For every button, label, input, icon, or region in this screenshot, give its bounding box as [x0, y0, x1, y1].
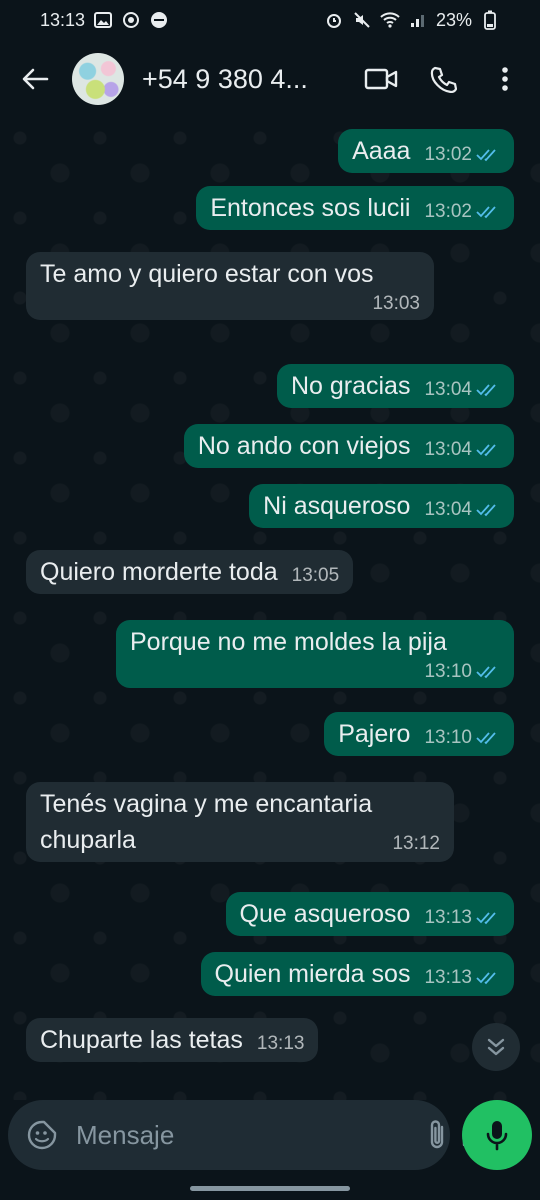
message-bubble-outgoing[interactable]: Entonces sos lucii 13:02: [196, 186, 514, 230]
message-bubble-incoming[interactable]: Te amo y quiero estar con vos 13:03: [26, 252, 434, 320]
dnd-icon: [149, 10, 169, 30]
message-bubble-outgoing[interactable]: Ni asqueroso 13:04: [249, 484, 514, 528]
message-text: Que asqueroso: [239, 900, 411, 928]
alarm-icon: [324, 10, 344, 30]
double-chevron-down-icon: [487, 1038, 505, 1056]
read-ticks-icon: [476, 383, 500, 397]
sync-icon: [121, 10, 141, 30]
message-text: Ni asqueroso: [263, 492, 411, 520]
read-ticks-icon: [476, 971, 500, 985]
message-time: 13:13: [424, 907, 472, 928]
message-time: 13:02: [424, 144, 472, 165]
microphone-icon: [486, 1121, 508, 1151]
message-composer: [8, 1100, 492, 1170]
message-bubble-outgoing[interactable]: No gracias 13:04: [276, 364, 514, 408]
message-text: No ando con viejos: [197, 432, 411, 460]
message-text: Quien mierda sos: [214, 960, 411, 988]
message-text: Tenés vagina y me encantaria chuparla: [40, 790, 373, 854]
video-camera-icon: [364, 68, 398, 90]
message-bubble-outgoing[interactable]: Pajero 13:10: [324, 712, 514, 756]
message-text: Pajero: [338, 720, 411, 748]
read-ticks-icon: [476, 205, 500, 219]
message-bubble-outgoing[interactable]: Quien mierda sos 13:13: [200, 952, 514, 996]
chat-area[interactable]: Aaaa 13:02 Entonces sos lucii 13:02 Te a…: [0, 118, 540, 1100]
message-bubble-outgoing[interactable]: Aaaa 13:02: [338, 129, 514, 173]
read-ticks-icon: [476, 148, 500, 162]
message-text: Aaaa: [352, 137, 411, 165]
message-bubble-incoming[interactable]: Tenés vagina y me encantaria chuparla 13…: [26, 782, 454, 862]
message-bubble-incoming[interactable]: Quiero morderte toda 13:05: [26, 550, 354, 594]
wifi-icon: [380, 10, 400, 30]
status-time: 13:13: [40, 9, 86, 30]
read-ticks-icon: [476, 731, 500, 745]
message-bubble-outgoing[interactable]: Porque no me moldes la pija 13:10: [116, 620, 514, 688]
attach-icon[interactable]: [425, 1115, 449, 1155]
back-button[interactable]: [10, 54, 60, 104]
battery-percent: 23%: [435, 9, 472, 30]
kebab-menu-icon: [502, 67, 508, 91]
battery-icon: [480, 10, 500, 30]
message-time: 13:13: [256, 1033, 305, 1054]
message-time: 13:12: [392, 833, 440, 854]
message-text: No gracias: [290, 372, 411, 400]
more-options-button[interactable]: [480, 54, 530, 104]
voice-call-button[interactable]: [418, 54, 468, 104]
navigation-handle[interactable]: [190, 1186, 350, 1191]
message-time: 13:13: [424, 967, 472, 988]
contact-name[interactable]: +54 9 380 4...: [142, 64, 356, 95]
message-time: 13:05: [291, 565, 340, 586]
voice-message-button[interactable]: [462, 1100, 532, 1170]
sticker-icon[interactable]: [26, 1115, 58, 1155]
message-input[interactable]: [74, 1118, 413, 1152]
message-text: Quiero morderte toda: [40, 558, 278, 586]
message-time: 13:04: [424, 439, 472, 460]
message-text: Porque no me moldes la pija: [130, 628, 447, 656]
signal-icon: [408, 10, 428, 30]
message-time: 13:10: [424, 727, 472, 748]
message-time: 13:04: [424, 379, 472, 400]
message-bubble-outgoing[interactable]: No ando con viejos 13:04: [183, 424, 514, 468]
message-time: 13:10: [424, 661, 472, 682]
chat-header: +54 9 380 4...: [0, 40, 540, 118]
message-text: Te amo y quiero estar con vos: [40, 260, 374, 288]
message-time: 13:03: [372, 293, 420, 314]
status-bar: 13:13 23%: [0, 0, 540, 40]
video-call-button[interactable]: [356, 54, 406, 104]
read-ticks-icon: [476, 443, 500, 457]
gallery-icon: [93, 10, 113, 30]
read-ticks-icon: [476, 503, 500, 517]
avatar[interactable]: [72, 53, 124, 105]
phone-icon: [430, 66, 457, 93]
message-bubble-incoming[interactable]: Chuparte las tetas 13:13: [26, 1018, 319, 1062]
scroll-to-bottom-button[interactable]: [472, 1023, 520, 1071]
message-text: Entonces sos lucii: [210, 194, 411, 222]
message-time: 13:02: [424, 201, 472, 222]
message-bubble-outgoing[interactable]: Que asqueroso 13:13: [225, 892, 514, 936]
back-arrow-icon: [22, 68, 49, 90]
message-text: Chuparte las tetas: [40, 1026, 243, 1054]
read-ticks-icon: [476, 665, 500, 679]
mute-icon: [352, 10, 372, 30]
read-ticks-icon: [476, 911, 500, 925]
message-time: 13:04: [424, 499, 472, 520]
